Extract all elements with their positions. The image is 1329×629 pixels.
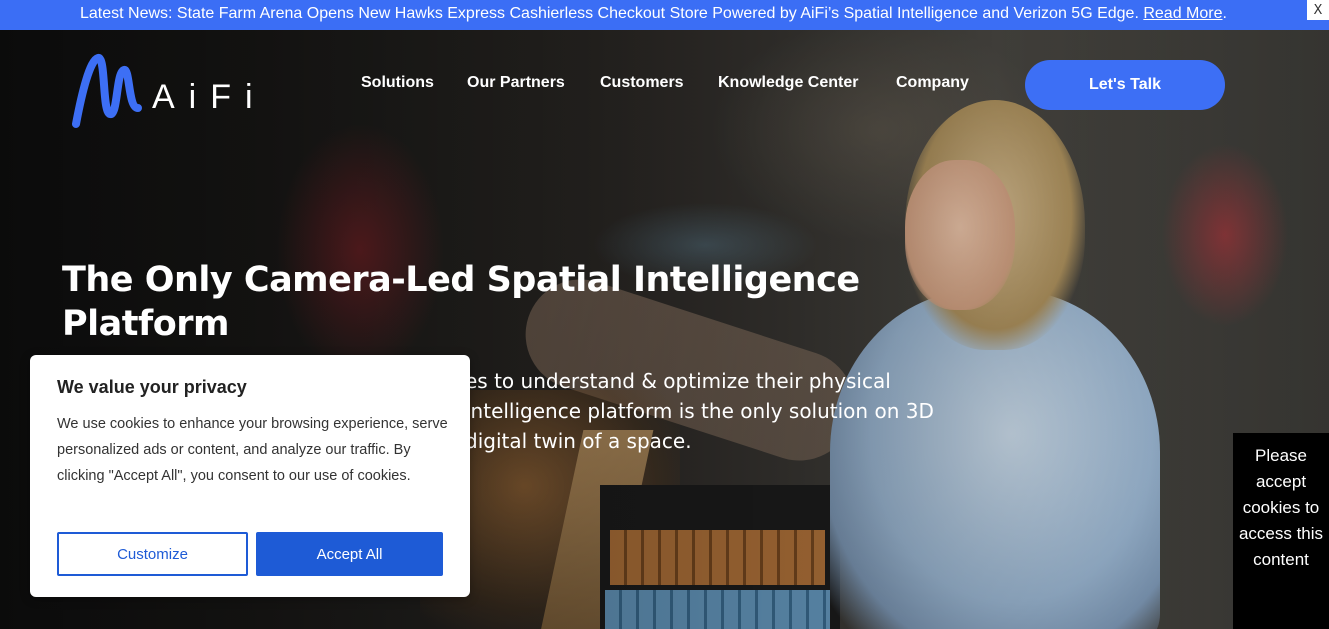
customize-button[interactable]: Customize	[57, 532, 248, 576]
announcement-message: Latest News: State Farm Arena Opens New …	[80, 5, 1144, 22]
cookie-description: We use cookies to enhance your browsing …	[57, 416, 448, 484]
close-announcement-button[interactable]: X	[1307, 0, 1329, 20]
nav-customers[interactable]: Customers	[600, 74, 684, 92]
nav-solutions[interactable]: Solutions	[361, 74, 434, 92]
aifi-logo[interactable]: AiFi	[72, 52, 272, 132]
logo-wordmark: AiFi	[152, 78, 267, 116]
cookie-consent-dialog: We value your privacy We use cookies to …	[30, 355, 470, 597]
close-icon: X	[1313, 2, 1323, 18]
announcement-text: Latest News: State Farm Arena Opens New …	[80, 5, 1227, 23]
cookie-title: We value your privacy	[57, 377, 247, 397]
nav-our-partners[interactable]: Our Partners	[467, 74, 565, 92]
nav-knowledge-center[interactable]: Knowledge Center	[718, 74, 858, 92]
hero-title: The Only Camera-Led Spatial Intelligence…	[62, 260, 860, 344]
announcement-suffix: .	[1222, 5, 1227, 22]
nav-company[interactable]: Company	[896, 74, 969, 92]
lets-talk-button[interactable]: Let's Talk	[1025, 60, 1225, 110]
read-more-link[interactable]: Read More	[1143, 5, 1222, 22]
announcement-bar: Latest News: State Farm Arena Opens New …	[0, 0, 1329, 30]
accept-all-button[interactable]: Accept All	[256, 532, 443, 576]
aifi-wave-logo-icon: AiFi	[72, 53, 267, 128]
cookie-required-notice: Please accept cookies to access this con…	[1233, 433, 1329, 629]
